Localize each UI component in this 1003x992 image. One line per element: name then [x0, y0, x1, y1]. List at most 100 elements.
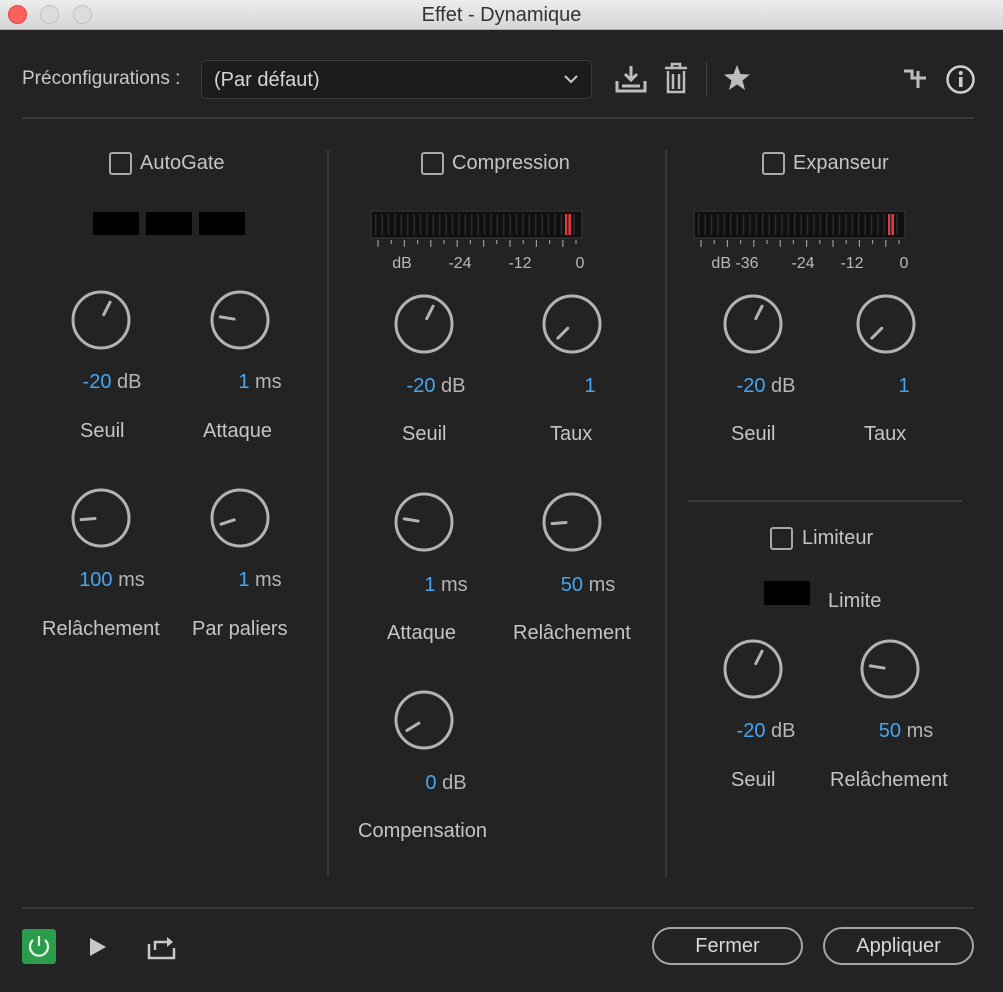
compression-meter-segment	[432, 214, 435, 235]
compression-seuil-knob[interactable]	[392, 292, 456, 356]
column-divider-2	[665, 150, 667, 877]
expanseur-meter-segment	[768, 214, 770, 235]
compression-relachement-value[interactable]: 50 ms	[528, 574, 648, 597]
compression-meter-segment	[458, 214, 460, 235]
compression-meter-segment	[413, 214, 415, 235]
compression-meter-segment	[400, 214, 403, 235]
expanseur-taux-knob[interactable]	[854, 292, 918, 356]
apply-button[interactable]: Appliquer	[823, 927, 974, 965]
compression-attaque-knob[interactable]	[392, 490, 456, 554]
expanseur-meter-segment	[781, 214, 783, 235]
autogate-par-paliers-knob[interactable]	[208, 486, 272, 550]
compression-meter-segment	[387, 214, 390, 235]
compression-title: Compression	[452, 152, 570, 174]
limiteur-relachement-value[interactable]: 50 ms	[846, 720, 966, 743]
delete-icon[interactable]	[663, 61, 689, 95]
limiteur-seuil-value[interactable]: -20 dB	[706, 720, 826, 743]
favorite-star-icon[interactable]	[722, 63, 752, 93]
autogate-relachement-value[interactable]: 100 ms	[52, 569, 172, 592]
compression-compensation-knob[interactable]	[392, 688, 456, 752]
info-icon[interactable]	[945, 64, 976, 95]
autogate-relachement-knob[interactable]	[69, 486, 133, 550]
compression-relachement-label: Relâchement	[513, 622, 631, 644]
compression-tick-1: -24	[448, 255, 471, 272]
compression-meter-segment	[407, 214, 409, 235]
save-preset-icon[interactable]	[614, 64, 648, 94]
limiteur-indicator	[764, 581, 810, 605]
presets-dropdown[interactable]: (Par défaut)	[201, 60, 592, 99]
power-toggle-button[interactable]	[22, 929, 56, 964]
power-icon	[28, 936, 50, 957]
autogate-checkbox[interactable]	[109, 152, 132, 175]
compression-attaque-value[interactable]: 1 ms	[386, 574, 506, 597]
compression-attaque-label: Attaque	[387, 622, 456, 644]
compression-meter-segment	[464, 214, 467, 235]
compression-taux-knob-ring	[542, 294, 602, 354]
compression-meter-segment	[419, 214, 422, 235]
compression-compensation-knob-pointer	[405, 721, 421, 732]
autogate-seuil-knob-ring	[71, 290, 131, 350]
expanseur-tick-0: dB -36	[711, 255, 758, 272]
header-divider	[22, 117, 974, 119]
compression-compensation-label: Compensation	[358, 820, 487, 842]
autogate-attaque-value[interactable]: 1 ms	[200, 371, 320, 394]
compression-meter-segment	[509, 214, 511, 235]
routing-icon[interactable]	[902, 66, 928, 92]
compression-checkbox[interactable]	[421, 152, 444, 175]
expanseur-meter-segment	[896, 214, 898, 235]
expanseur-seuil-knob[interactable]	[721, 292, 785, 356]
compression-seuil-label: Seuil	[402, 423, 447, 445]
expanseur-seuil-knob-pointer	[754, 304, 764, 321]
compression-meter-segment	[522, 214, 524, 235]
play-icon[interactable]	[88, 936, 108, 958]
compression-seuil-value[interactable]: -20 dB	[376, 375, 496, 398]
expanseur-taux-value[interactable]: 1	[844, 375, 964, 398]
autogate-relachement-label: Relâchement	[42, 618, 160, 640]
expanseur-meter-segment	[794, 214, 796, 235]
limiteur-seuil-knob-pointer	[754, 649, 764, 666]
autogate-par-paliers-value[interactable]: 1 ms	[200, 569, 320, 592]
expanseur-tick-1: -24	[791, 255, 814, 272]
expanseur-taux-knob-ring	[856, 294, 916, 354]
expanseur-meter-segment	[858, 214, 860, 235]
autogate-seuil-value[interactable]: -20 dB	[52, 371, 172, 394]
close-button[interactable]: Fermer	[652, 927, 803, 965]
autogate-seuil-knob[interactable]	[69, 288, 133, 352]
limiteur-seuil-knob-ring	[723, 639, 783, 699]
compression-tick-0: dB	[392, 255, 412, 272]
limiteur-seuil-label: Seuil	[731, 769, 776, 791]
compression-meter-segment	[483, 214, 486, 235]
limiteur-relachement-knob[interactable]	[858, 637, 922, 701]
limiteur-checkbox[interactable]	[770, 527, 793, 550]
compression-meter-segment	[451, 214, 454, 235]
expanseur-meter-segment	[774, 214, 777, 235]
compression-taux-value[interactable]: 1	[530, 375, 650, 398]
expanseur-meter-segment	[832, 214, 834, 235]
expanseur-meter-segment	[736, 214, 738, 235]
expanseur-meter-segment	[723, 214, 726, 235]
compression-meter-segment	[477, 214, 479, 235]
loop-export-icon[interactable]	[147, 934, 177, 960]
compression-meter-segment	[426, 214, 428, 235]
compression-relachement-knob-pointer	[550, 520, 568, 526]
compression-seuil-knob-ring	[394, 294, 454, 354]
expanseur-meter-segment	[800, 214, 802, 235]
compression-meter-segment	[439, 214, 441, 235]
compression-taux-knob[interactable]	[540, 292, 604, 356]
compression-meter: dB -24 -12 0	[370, 210, 584, 272]
compression-meter-segment	[547, 214, 550, 235]
autogate-attaque-knob[interactable]	[208, 288, 272, 352]
expanseur-seuil-value[interactable]: -20 dB	[706, 375, 826, 398]
compression-meter-segment	[573, 214, 575, 235]
expanseur-meter-segment	[864, 214, 866, 235]
compression-meter-segment	[496, 214, 499, 235]
limiteur-seuil-knob[interactable]	[721, 637, 785, 701]
autogate-relachement-knob-ring	[71, 488, 131, 548]
expanseur-checkbox[interactable]	[762, 152, 785, 175]
limiteur-relachement-knob-ring	[860, 639, 920, 699]
autogate-title: AutoGate	[140, 152, 225, 174]
compression-meter-segment	[490, 214, 492, 235]
compression-compensation-value[interactable]: 0 dB	[386, 772, 506, 795]
compression-relachement-knob[interactable]	[540, 490, 604, 554]
limiteur-relachement-label: Relâchement	[830, 769, 948, 791]
